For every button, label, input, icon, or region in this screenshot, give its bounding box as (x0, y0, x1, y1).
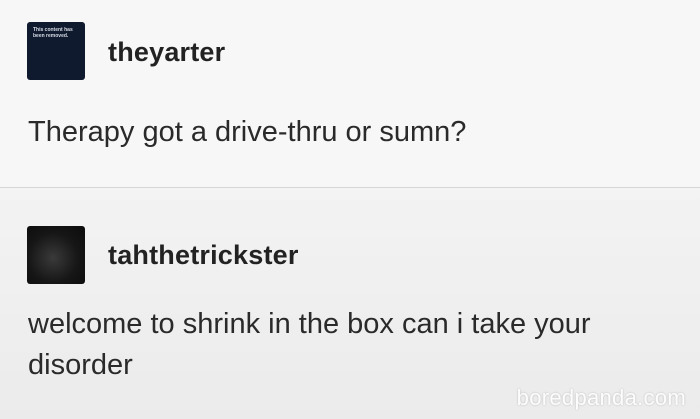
post-theyarter: This content has been removed. theyarter… (0, 0, 700, 188)
username-tahthetrickster[interactable]: tahthetrickster (108, 240, 299, 271)
avatar-theyarter[interactable]: This content has been removed. (27, 22, 85, 80)
post-text: Therapy got a drive-thru or sumn? (28, 116, 467, 148)
reply-tahthetrickster: tahthetrickster welcome to shrink in the… (0, 190, 700, 419)
avatar-art (35, 248, 76, 275)
avatar-removed-notice: This content has been removed. (33, 27, 73, 39)
username-theyarter[interactable]: theyarter (108, 37, 225, 68)
reply-text: welcome to shrink in the box can i take … (28, 308, 591, 381)
watermark: boredpanda.com (516, 385, 686, 410)
avatar-tahthetrickster[interactable] (27, 226, 85, 284)
